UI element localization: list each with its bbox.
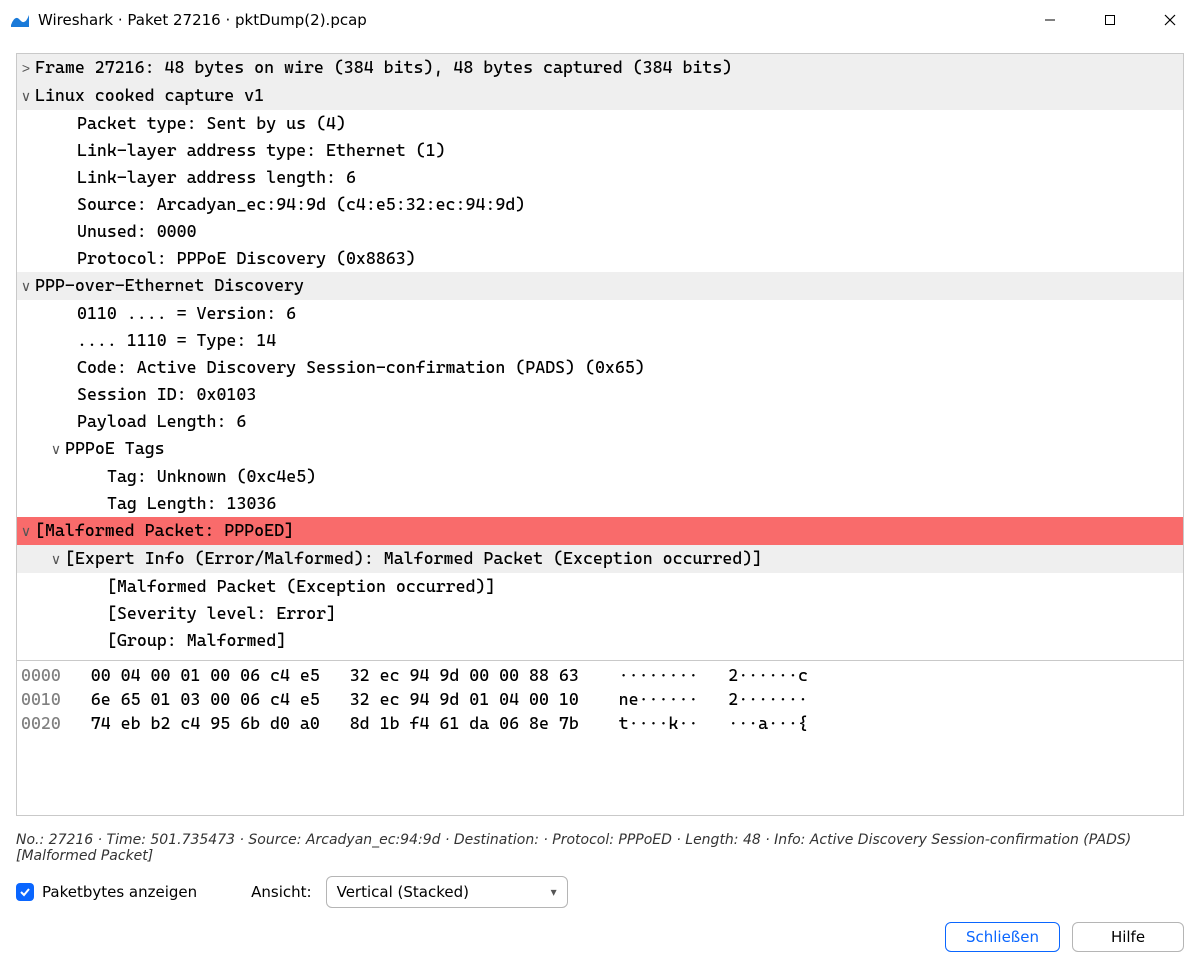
tree-row[interactable]: Tag Length: 13036 xyxy=(17,490,1183,517)
close-button[interactable]: Schließen xyxy=(945,922,1060,952)
hex-bytes: 6e 65 01 03 00 06 c4 e5 32 ec 94 9d 01 0… xyxy=(91,689,579,709)
tree-row[interactable]: 0110 .... = Version: 6 xyxy=(17,300,1183,327)
tree-label: Unused: 0000 xyxy=(77,218,197,245)
tree-row[interactable]: [Malformed Packet (Exception occurred)] xyxy=(17,573,1183,600)
chevron-down-icon: ▾ xyxy=(551,885,557,899)
collapse-icon[interactable] xyxy=(17,83,35,110)
tree-row[interactable]: Packet type: Sent by us (4) xyxy=(17,110,1183,137)
tree-row[interactable]: Unused: 0000 xyxy=(17,218,1183,245)
tree-label: [Group: Malformed] xyxy=(107,627,286,654)
hex-bytes: 74 eb b2 c4 95 6b d0 a0 8d 1b f4 61 da 0… xyxy=(91,713,579,733)
tree-row[interactable]: Source: Arcadyan_ec:94:9d (c4:e5:32:ec:9… xyxy=(17,191,1183,218)
hex-offset: 0000 xyxy=(21,665,61,685)
view-layout-combo[interactable]: Vertical (Stacked) ▾ xyxy=(326,876,568,908)
tree-row[interactable]: Payload Length: 6 xyxy=(17,408,1183,435)
tree-label: PPPoE Tags xyxy=(65,435,165,462)
tree-label: Packet type: Sent by us (4) xyxy=(77,110,346,137)
collapse-icon[interactable] xyxy=(47,546,65,573)
tree-label: Frame 27216: 48 bytes on wire (384 bits)… xyxy=(35,54,732,81)
tree-label: Link-layer address length: 6 xyxy=(77,164,356,191)
tree-row[interactable]: Session ID: 0x0103 xyxy=(17,381,1183,408)
show-bytes-label: Paketbytes anzeigen xyxy=(42,883,197,901)
tree-row-malformed[interactable]: [Malformed Packet: PPPoED] xyxy=(17,517,1183,545)
status-summary: No.: 27216 · Time: 501.735473 · Source: … xyxy=(16,832,1184,864)
combo-value: Vertical (Stacked) xyxy=(337,883,469,901)
tree-label: 0110 .... = Version: 6 xyxy=(77,300,296,327)
tree-label: Code: Active Discovery Session-confirmat… xyxy=(77,354,645,381)
collapse-icon[interactable] xyxy=(17,273,35,300)
tree-label: Linux cooked capture v1 xyxy=(35,82,264,109)
titlebar: Wireshark · Paket 27216 · pktDump(2).pca… xyxy=(0,0,1200,41)
tree-label: Protocol: PPPoE Discovery (0x8863) xyxy=(77,245,416,272)
tree-row-expert[interactable]: [Expert Info (Error/Malformed): Malforme… xyxy=(17,545,1183,573)
window-title: Wireshark · Paket 27216 · pktDump(2).pca… xyxy=(38,11,367,29)
hex-offset: 0010 xyxy=(21,689,61,709)
tree-row[interactable]: Code: Active Discovery Session-confirmat… xyxy=(17,354,1183,381)
tree-row-sll[interactable]: Linux cooked capture v1 xyxy=(17,82,1183,110)
tree-label: Session ID: 0x0103 xyxy=(77,381,256,408)
tree-row-tags[interactable]: PPPoE Tags xyxy=(17,435,1183,463)
maximize-button[interactable] xyxy=(1080,0,1140,40)
tree-label: [Expert Info (Error/Malformed): Malforme… xyxy=(65,545,762,572)
hex-ascii: ne······ 2······· xyxy=(619,689,808,709)
minimize-button[interactable] xyxy=(1020,0,1080,40)
tree-label: Payload Length: 6 xyxy=(77,408,246,435)
tree-row-pppoe[interactable]: PPP-over-Ethernet Discovery xyxy=(17,272,1183,300)
tree-row[interactable]: Link-layer address length: 6 xyxy=(17,164,1183,191)
hex-ascii: t····k·· ···a···{ xyxy=(619,713,808,733)
tree-label: [Malformed Packet: PPPoED] xyxy=(35,517,294,544)
tree-label: Link-layer address type: Ethernet (1) xyxy=(77,137,446,164)
tree-row[interactable]: Protocol: PPPoE Discovery (0x8863) xyxy=(17,245,1183,272)
expand-icon[interactable] xyxy=(17,55,35,82)
tree-row[interactable]: Tag: Unknown (0xc4e5) xyxy=(17,463,1183,490)
view-label: Ansicht: xyxy=(251,883,311,901)
checkbox-checked-icon xyxy=(16,883,34,901)
tree-label: Tag: Unknown (0xc4e5) xyxy=(107,463,316,490)
hex-offset: 0020 xyxy=(21,713,61,733)
tree-row[interactable]: [Severity level: Error] xyxy=(17,600,1183,627)
tree-label: Source: Arcadyan_ec:94:9d (c4:e5:32:ec:9… xyxy=(77,191,525,218)
hex-bytes: 00 04 00 01 00 06 c4 e5 32 ec 94 9d 00 0… xyxy=(91,665,579,685)
help-button[interactable]: Hilfe xyxy=(1072,922,1184,952)
hex-ascii: ········ 2······c xyxy=(619,665,808,685)
wireshark-icon xyxy=(10,10,30,30)
tree-row-frame[interactable]: Frame 27216: 48 bytes on wire (384 bits)… xyxy=(17,54,1183,82)
tree-label: .... 1110 = Type: 14 xyxy=(77,327,276,354)
collapse-icon[interactable] xyxy=(17,518,35,545)
collapse-icon[interactable] xyxy=(47,436,65,463)
close-window-button[interactable] xyxy=(1140,0,1200,40)
packet-details-tree[interactable]: Frame 27216: 48 bytes on wire (384 bits)… xyxy=(16,53,1184,661)
tree-label: [Malformed Packet (Exception occurred)] xyxy=(107,573,495,600)
tree-row[interactable]: .... 1110 = Type: 14 xyxy=(17,327,1183,354)
tree-row[interactable]: Link-layer address type: Ethernet (1) xyxy=(17,137,1183,164)
titlebar-controls xyxy=(1020,0,1200,40)
show-bytes-checkbox[interactable]: Paketbytes anzeigen xyxy=(16,883,197,901)
packet-bytes-pane[interactable]: 0000 00 04 00 01 00 06 c4 e5 32 ec 94 9d… xyxy=(16,661,1184,816)
tree-label: [Severity level: Error] xyxy=(107,600,336,627)
tree-label: PPP-over-Ethernet Discovery xyxy=(35,272,304,299)
tree-row[interactable]: [Group: Malformed] xyxy=(17,627,1183,654)
tree-label: Tag Length: 13036 xyxy=(107,490,276,517)
